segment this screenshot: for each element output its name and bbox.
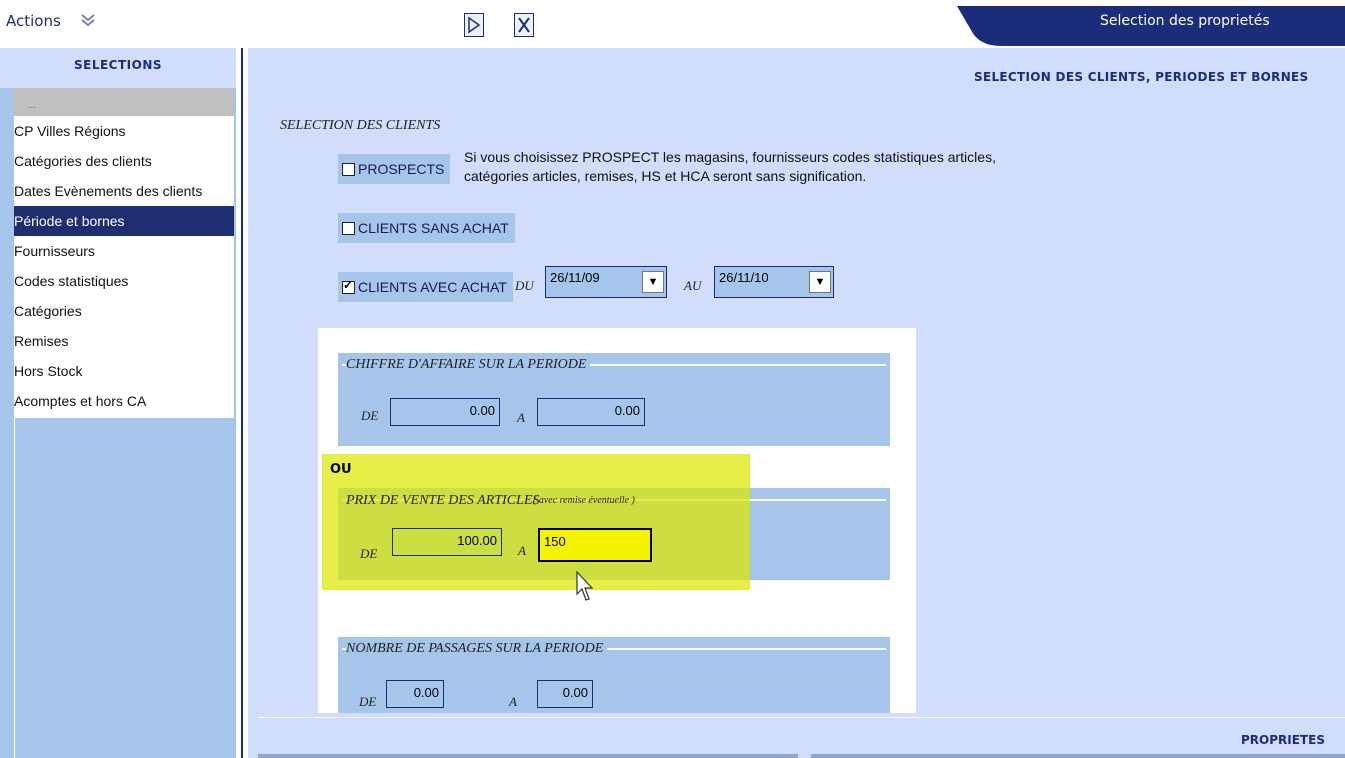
date-to-value: 26/11/10: [719, 270, 769, 285]
mouse-cursor-icon: [575, 570, 595, 609]
passages-title: NOMBRE DE PASSAGES SUR LA PERIODE: [346, 641, 608, 657]
sidebar-item-categories[interactable]: Catégories: [14, 296, 234, 326]
highlight-marker: [322, 454, 750, 590]
du-label: DU: [515, 278, 534, 293]
prix-a-label: A: [518, 543, 526, 558]
checkbox-box: [342, 221, 355, 235]
actions-menu[interactable]: Actions: [6, 12, 61, 30]
ca-a-label: A: [517, 410, 525, 425]
date-to-dropdown[interactable]: 26/11/10 ▼: [714, 266, 834, 298]
date-from-dropdown[interactable]: 26/11/09 ▼: [545, 266, 667, 298]
ca-periode-title: CHIFFRE D'AFFAIRE SUR LA PERIODE: [346, 357, 591, 373]
ca-a-input[interactable]: 0.00: [537, 398, 645, 426]
sidebar-item-fournisseurs[interactable]: Fournisseurs: [14, 236, 234, 266]
prix-a-input[interactable]: 150: [538, 528, 652, 562]
sidebar-item-hors-stock[interactable]: Hors Stock: [14, 356, 234, 386]
sidebar-item-codes-statistiques[interactable]: Codes statistiques: [14, 266, 234, 296]
au-label: AU: [684, 278, 702, 293]
sidebar-item-categories-clients[interactable]: Catégories des clients: [14, 146, 234, 176]
prix-de-label: DE: [360, 546, 378, 561]
list-top-item-label: ...: [28, 100, 36, 110]
passages-a-label: A: [509, 694, 517, 709]
prospects-label: PROSPECTS: [358, 161, 445, 177]
clients-sans-achat-label: CLIENTS SANS ACHAT: [358, 220, 509, 236]
validate-play-button[interactable]: [464, 13, 484, 37]
chevron-down-icon[interactable]: ▼: [642, 271, 664, 293]
proprietes-panel: [248, 713, 1345, 758]
ca-de-label: DE: [361, 408, 379, 423]
checkbox-box: [342, 162, 355, 176]
cancel-button[interactable]: [514, 13, 534, 37]
ca-de-input[interactable]: 0.00: [390, 398, 500, 426]
clients-section-title: SELECTION DES CLIENTS: [280, 118, 441, 133]
prix-vente-note: ( avec remise éventuelle ): [533, 495, 635, 506]
page-title: SELECTION DES CLIENTS, PERIODES ET BORNE…: [974, 70, 1309, 84]
clients-sans-achat-checkbox[interactable]: CLIENTS SANS ACHAT: [338, 213, 515, 243]
date-from-value: 26/11/09: [550, 270, 600, 285]
panel-divider-line: [241, 48, 243, 758]
sidebar-item-cp-villes-regions[interactable]: CP Villes Régions: [14, 116, 234, 146]
bottom-pane-right: [811, 754, 1345, 758]
passages-de-input[interactable]: 0.00: [386, 680, 444, 708]
sidebar-item-dates-evenements[interactable]: Dates Evènements des clients: [14, 176, 234, 206]
passages-a-input[interactable]: 0.00: [537, 680, 593, 708]
passages-de-label: DE: [359, 694, 377, 709]
sidebar-item-remises[interactable]: Remises: [14, 326, 234, 356]
prix-de-input[interactable]: 100.00: [392, 528, 502, 556]
proprietes-label: PROPRIETES: [1241, 733, 1325, 747]
clients-avec-achat-label: CLIENTS AVEC ACHAT: [358, 279, 507, 295]
clients-avec-achat-checkbox[interactable]: CLIENTS AVEC ACHAT: [338, 272, 513, 302]
double-chevron-down-icon[interactable]: [80, 13, 96, 30]
play-icon: [468, 16, 481, 34]
checkbox-box-checked: [342, 278, 355, 294]
prospects-note: Si vous choisissez PROSPECT les magasins…: [464, 149, 996, 184]
selections-header-label: SELECTIONS: [73, 58, 163, 72]
prix-vente-title: PRIX DE VENTE DES ARTICLES: [346, 493, 540, 508]
list-top-item[interactable]: [14, 88, 234, 116]
ou-label: OU: [330, 462, 352, 477]
bottom-separator: [258, 717, 1345, 718]
title-tab-label: Selection des proprietés: [1100, 13, 1270, 29]
close-icon: [518, 17, 530, 33]
sidebar-item-acomptes-hors-ca[interactable]: Acomptes et hors CA: [14, 386, 234, 416]
sidebar-item-periode-bornes[interactable]: Période et bornes: [14, 206, 234, 236]
chevron-down-icon[interactable]: ▼: [809, 271, 831, 293]
left-panel-border: [14, 418, 15, 758]
bottom-pane-left: [258, 754, 798, 758]
prospects-checkbox[interactable]: PROSPECTS: [338, 154, 451, 184]
